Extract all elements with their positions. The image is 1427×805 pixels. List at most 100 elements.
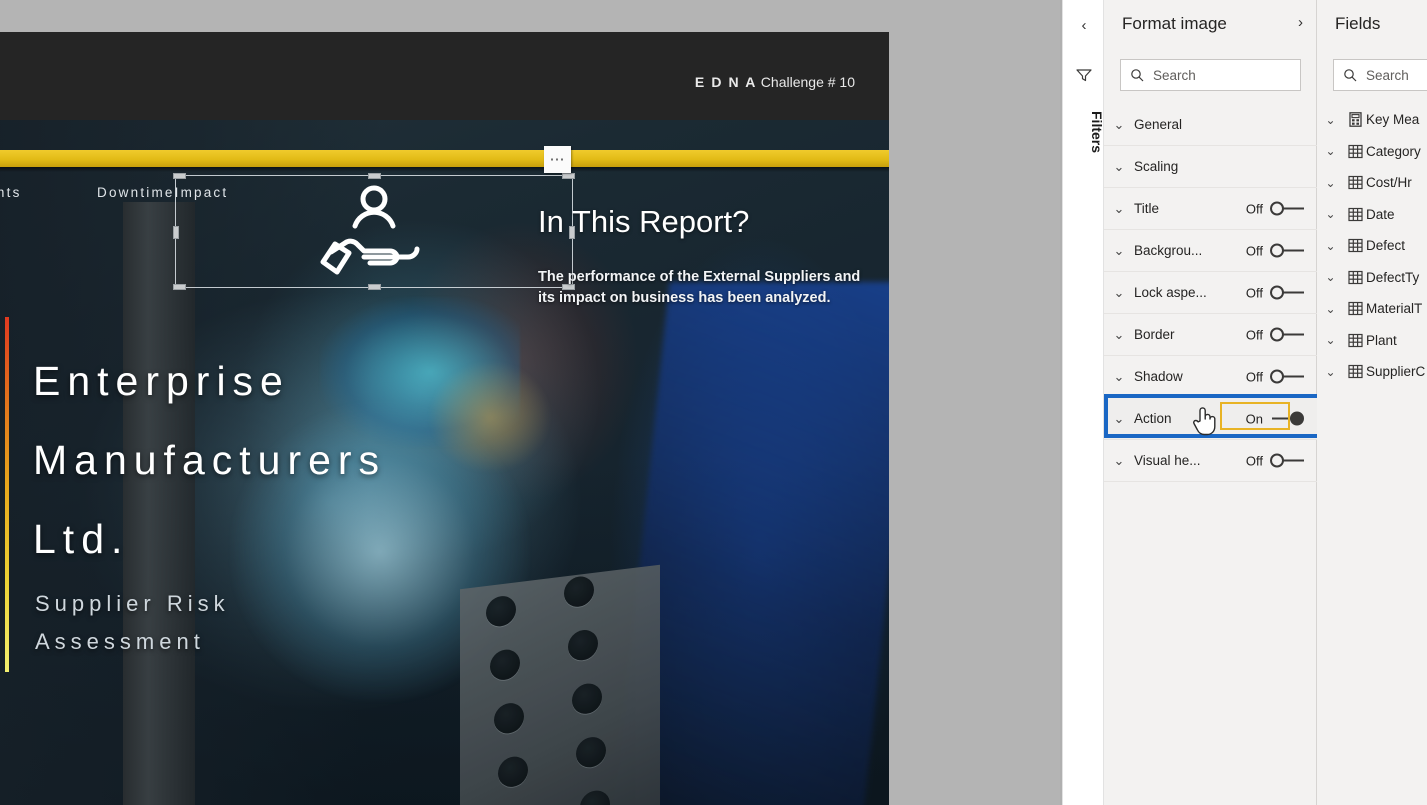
- format-pane-header: Format image ›: [1104, 0, 1316, 50]
- field-defect-type-label: DefectTy: [1366, 269, 1420, 285]
- resize-handle-bottom-left[interactable]: [173, 284, 186, 290]
- format-row-lock-aspect-switch[interactable]: [1270, 285, 1304, 300]
- search-icon: [1130, 68, 1144, 82]
- chevron-down-icon[interactable]: ⌄: [1317, 302, 1344, 316]
- more-options-button[interactable]: ⋯: [544, 146, 571, 173]
- format-row-title-switch[interactable]: [1270, 201, 1304, 216]
- field-defect[interactable]: ⌄ Defect: [1317, 230, 1427, 262]
- chevron-down-icon[interactable]: ⌄: [1317, 144, 1344, 158]
- resize-handle-top-right[interactable]: [562, 173, 575, 179]
- format-row-lock-aspect-state: Off: [1245, 285, 1263, 300]
- filters-rail[interactable]: ‹ Filters: [1062, 0, 1105, 805]
- format-row-background-switch[interactable]: [1270, 243, 1304, 258]
- format-row-shadow-label: Shadow: [1134, 369, 1183, 384]
- field-material-type[interactable]: ⌄ MaterialT: [1317, 293, 1427, 325]
- fields-list: ⌄ Key Mea ⌄ Category ⌄ Cost/Hr ⌄ Date ⌄ Defect ⌄ De…: [1317, 104, 1427, 388]
- resize-handle-top-left[interactable]: [173, 173, 186, 179]
- field-plant[interactable]: ⌄ Plant: [1317, 325, 1427, 357]
- format-row-title[interactable]: ⌄ Title Off: [1104, 188, 1317, 230]
- chevron-down-icon[interactable]: ⌄: [1104, 201, 1134, 217]
- selected-image-visual[interactable]: [173, 173, 575, 290]
- field-supplier[interactable]: ⌄ SupplierC: [1317, 356, 1427, 388]
- hero-description-line-2: its impact on business has been analyzed…: [538, 290, 831, 307]
- resize-handle-top-center[interactable]: [368, 173, 381, 179]
- field-date[interactable]: ⌄ Date: [1317, 199, 1427, 231]
- format-row-border-toggle[interactable]: Off: [1246, 327, 1304, 342]
- search-icon: [1343, 68, 1357, 82]
- chevron-down-icon[interactable]: ⌄: [1104, 453, 1134, 469]
- report-title-line-3: Ltd.: [33, 516, 130, 562]
- fields-pane-title: Fields: [1335, 14, 1381, 33]
- chevron-down-icon[interactable]: ⌄: [1317, 365, 1344, 379]
- chevron-down-icon[interactable]: ⌄: [1104, 117, 1134, 133]
- chevron-down-icon[interactable]: ⌄: [1317, 207, 1344, 221]
- nav-plants[interactable]: lants: [0, 185, 22, 200]
- format-row-action-state: On: [1245, 411, 1263, 426]
- format-row-border-label: Border: [1134, 327, 1175, 342]
- chevron-down-icon[interactable]: ⌄: [1104, 327, 1134, 343]
- format-row-border-state: Off: [1245, 327, 1263, 342]
- collapse-pane-icon[interactable]: ‹: [1063, 10, 1105, 40]
- format-row-border[interactable]: ⌄ Border Off: [1104, 314, 1317, 356]
- format-row-visual-header-toggle[interactable]: Off: [1246, 453, 1304, 468]
- field-key-measures[interactable]: ⌄ Key Mea: [1317, 104, 1427, 136]
- format-row-border-switch[interactable]: [1270, 327, 1304, 342]
- resize-handle-bottom-center[interactable]: [368, 284, 381, 290]
- format-row-background[interactable]: ⌄ Backgrou... Off: [1104, 230, 1317, 272]
- report-title-line-1: Enterprise: [33, 358, 290, 404]
- format-row-background-toggle[interactable]: Off: [1246, 243, 1304, 258]
- chevron-down-icon[interactable]: ⌄: [1104, 285, 1134, 301]
- report-subtitle: Supplier Risk Assessment: [35, 585, 230, 661]
- gradient-accent-bar: [5, 317, 9, 672]
- expand-pane-icon[interactable]: ›: [1298, 14, 1303, 31]
- format-row-title-toggle[interactable]: Off: [1246, 201, 1304, 216]
- report-title-line-2: Manufacturers: [33, 437, 387, 483]
- format-row-scaling[interactable]: ⌄ Scaling: [1104, 146, 1317, 188]
- format-row-general[interactable]: ⌄ General: [1104, 104, 1317, 146]
- format-search-input[interactable]: Search: [1120, 59, 1301, 91]
- chevron-down-icon[interactable]: ⌄: [1317, 270, 1344, 284]
- chevron-down-icon[interactable]: ⌄: [1317, 176, 1344, 190]
- field-supplier-label: SupplierC: [1366, 364, 1426, 380]
- filter-funnel-icon[interactable]: [1076, 68, 1092, 82]
- format-row-title-label: Title: [1134, 201, 1160, 216]
- table-icon: [1344, 238, 1366, 253]
- chevron-down-icon[interactable]: ⌄: [1104, 369, 1134, 385]
- resize-handle-middle-left[interactable]: [173, 225, 179, 239]
- gold-band-shadow: [0, 167, 889, 172]
- mouse-cursor-hand-icon: [1192, 404, 1218, 436]
- photo-glove: [430, 362, 550, 472]
- chevron-down-icon[interactable]: ⌄: [1104, 159, 1134, 175]
- field-cost-hr-label: Cost/Hr: [1366, 175, 1412, 191]
- field-defect-type[interactable]: ⌄ DefectTy: [1317, 262, 1427, 294]
- chevron-down-icon[interactable]: ⌄: [1317, 239, 1344, 253]
- format-row-background-label: Backgrou...: [1134, 243, 1203, 258]
- field-category[interactable]: ⌄ Category: [1317, 136, 1427, 168]
- report-page[interactable]: E D N A Challenge # 10 lants DowntimeImp…: [0, 32, 889, 805]
- format-row-visual-header-switch[interactable]: [1270, 453, 1304, 468]
- format-row-lock-aspect-toggle[interactable]: Off: [1246, 285, 1304, 300]
- filters-label: Filters: [1089, 110, 1105, 153]
- format-row-action-switch[interactable]: [1270, 411, 1304, 426]
- format-image-pane: Format image › Search ⌄ General ⌄ Scaling ⌄ T…: [1104, 0, 1317, 805]
- format-row-action-toggle[interactable]: On: [1246, 411, 1304, 426]
- table-icon: [1344, 364, 1366, 379]
- format-row-shadow-switch[interactable]: [1270, 369, 1304, 384]
- chevron-down-icon[interactable]: ⌄: [1317, 113, 1344, 127]
- table-icon: [1344, 270, 1366, 285]
- fields-pane: Fields Search ⌄ Key Mea ⌄ Category ⌄ Cost/Hr ⌄…: [1317, 0, 1427, 805]
- chevron-down-icon[interactable]: ⌄: [1317, 333, 1344, 347]
- hero-description-line-1: The performance of the External Supplier…: [538, 269, 861, 285]
- format-search-placeholder: Search: [1153, 67, 1196, 83]
- format-row-general-label: General: [1134, 117, 1183, 132]
- format-row-shadow-toggle[interactable]: Off: [1246, 369, 1304, 384]
- format-row-shadow[interactable]: ⌄ Shadow Off: [1104, 356, 1317, 398]
- report-canvas-area[interactable]: E D N A Challenge # 10 lants DowntimeImp…: [0, 0, 1060, 805]
- field-plant-label: Plant: [1366, 332, 1397, 348]
- fields-search-input[interactable]: Search: [1333, 59, 1427, 91]
- field-cost-hr[interactable]: ⌄ Cost/Hr: [1317, 167, 1427, 199]
- format-row-lock-aspect[interactable]: ⌄ Lock aspe... Off: [1104, 272, 1317, 314]
- chevron-down-icon[interactable]: ⌄: [1104, 411, 1134, 427]
- format-row-visual-header[interactable]: ⌄ Visual he... Off: [1104, 440, 1317, 482]
- chevron-down-icon[interactable]: ⌄: [1104, 243, 1134, 259]
